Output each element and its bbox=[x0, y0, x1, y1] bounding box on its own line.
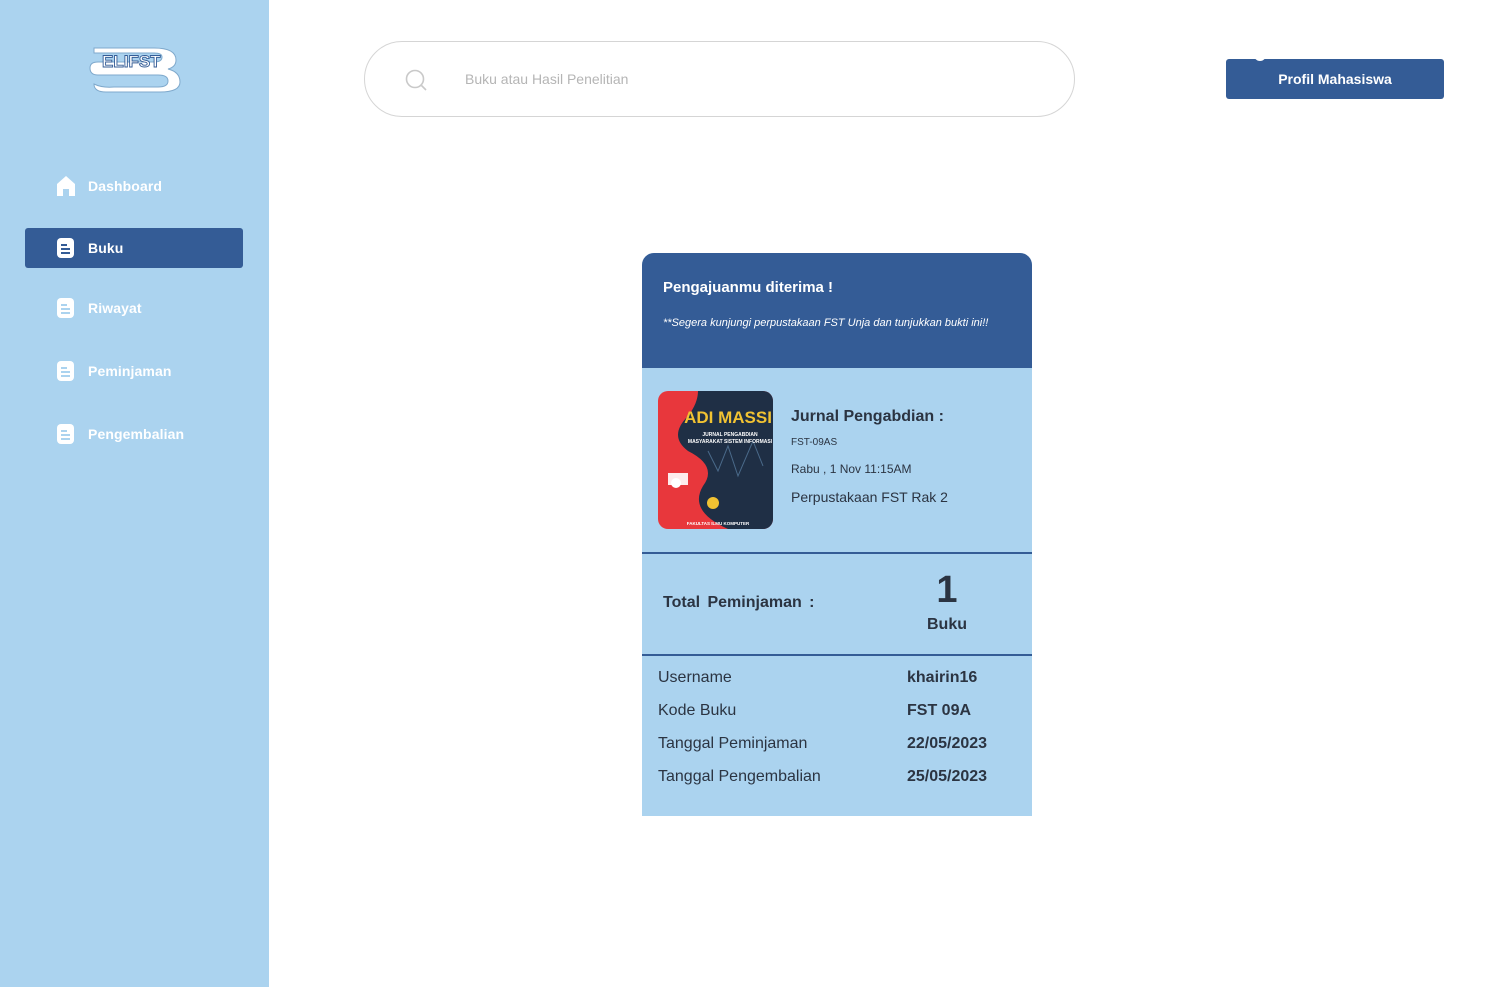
detail-key: Username bbox=[658, 669, 732, 686]
search-input[interactable] bbox=[465, 64, 1025, 94]
profile-button[interactable]: Profil Mahasiswa bbox=[1226, 55, 1444, 99]
elifst-logo[interactable]: ELIFST bbox=[84, 40, 186, 96]
sidebar-item-riwayat[interactable]: Riwayat bbox=[25, 288, 243, 328]
sidebar-item-label: Dashboard bbox=[88, 178, 163, 194]
search-bar[interactable] bbox=[364, 41, 1075, 117]
total-label: Total Peminjaman : bbox=[663, 594, 815, 611]
detail-value: FST 09A bbox=[907, 702, 972, 719]
sidebar: ELIFST Dashboard Buku Riwayat Peminjaman… bbox=[0, 0, 269, 987]
detail-key: Tanggal Pengembalian bbox=[658, 768, 821, 785]
book-location: Perpustakaan FST Rak 2 bbox=[791, 489, 948, 505]
divider bbox=[642, 654, 1032, 656]
detail-row-username: Username khairin16 bbox=[658, 669, 1018, 693]
cover-title: ADI MASSI bbox=[684, 408, 772, 427]
document-icon bbox=[57, 361, 74, 381]
detail-row-tanggal-pengembalian: Tanggal Pengembalian 25/05/2023 bbox=[658, 768, 1018, 792]
detail-value: 22/05/2023 bbox=[907, 735, 988, 752]
home-icon bbox=[57, 176, 75, 196]
book-date: Rabu , 1 Nov 11:15AM bbox=[791, 462, 912, 476]
book-title: Jurnal Pengabdian : bbox=[791, 408, 944, 425]
sidebar-item-label: Peminjaman bbox=[88, 363, 172, 379]
document-icon bbox=[57, 238, 74, 258]
detail-row-kode-buku: Kode Buku FST 09A bbox=[658, 702, 1018, 726]
sidebar-item-dashboard[interactable]: Dashboard bbox=[25, 166, 243, 206]
cover-subtitle: JURNAL PENGABDIAN bbox=[702, 432, 758, 438]
detail-key: Tanggal Peminjaman bbox=[658, 735, 808, 752]
cover-footer: FAKULTAS ILMU KOMPUTER bbox=[687, 521, 750, 526]
cover-subtitle: MASYARAKAT SISTEM INFORMASI bbox=[688, 439, 773, 445]
receipt-note: **Segera kunjungi perpustakaan FST Unja … bbox=[663, 317, 989, 329]
detail-value: khairin16 bbox=[907, 669, 978, 686]
total-unit: Buku bbox=[927, 616, 967, 633]
search-icon[interactable] bbox=[405, 69, 427, 91]
sidebar-item-label: Pengembalian bbox=[88, 426, 185, 442]
profile-indicator bbox=[1254, 55, 1266, 61]
total-value: 1 bbox=[936, 569, 958, 611]
sidebar-item-peminjaman[interactable]: Peminjaman bbox=[25, 351, 243, 391]
sidebar-item-buku[interactable]: Buku bbox=[25, 228, 243, 268]
logo-text: ELIFST bbox=[102, 52, 161, 71]
receipt-title: Pengajuanmu diterima ! bbox=[663, 279, 834, 296]
book-cover-image: ADI MASSI JURNAL PENGABDIAN MASYARAKAT S… bbox=[658, 391, 773, 529]
document-icon bbox=[57, 298, 74, 318]
sidebar-item-label: Riwayat bbox=[88, 300, 142, 316]
book-code: FST-09AS bbox=[791, 437, 838, 448]
sidebar-item-label: Buku bbox=[88, 240, 124, 256]
divider bbox=[642, 552, 1032, 554]
receipt-header: Pengajuanmu diterima ! **Segera kunjungi… bbox=[642, 253, 1032, 368]
profile-button-label: Profil Mahasiswa bbox=[1278, 71, 1392, 87]
sidebar-item-pengembalian[interactable]: Pengembalian bbox=[25, 414, 243, 454]
detail-key: Kode Buku bbox=[658, 702, 737, 719]
detail-row-tanggal-peminjaman: Tanggal Peminjaman 22/05/2023 bbox=[658, 735, 1018, 759]
document-icon bbox=[57, 424, 74, 444]
detail-value: 25/05/2023 bbox=[907, 768, 988, 785]
loan-receipt-card: Pengajuanmu diterima ! **Segera kunjungi… bbox=[642, 253, 1032, 816]
